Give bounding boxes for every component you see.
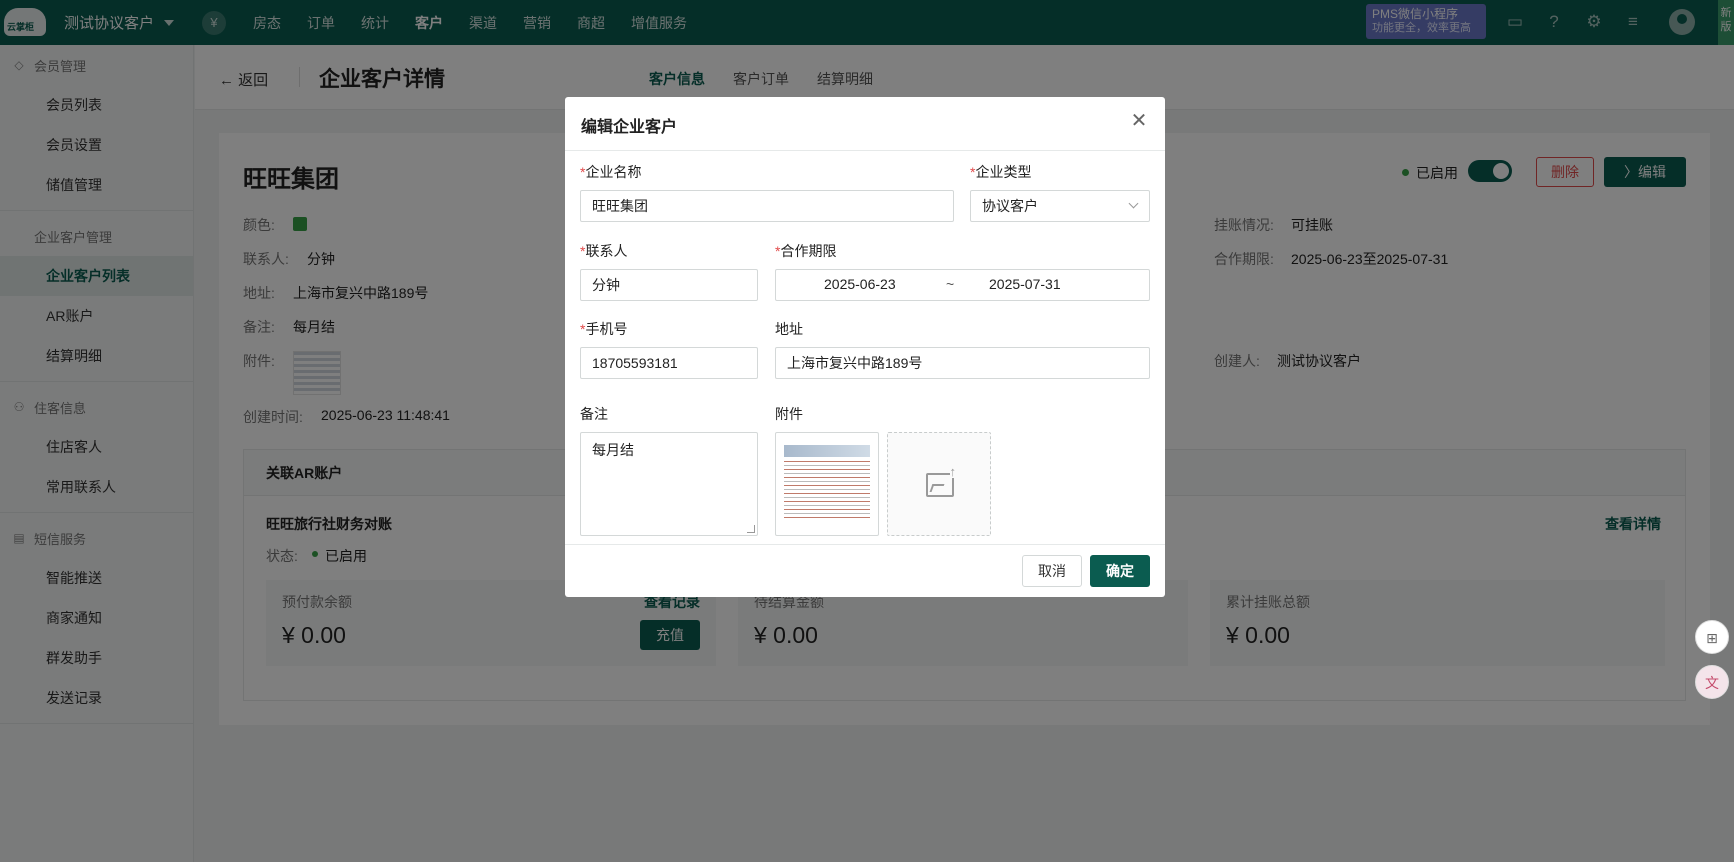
phone-input[interactable]: 18705593181 <box>580 347 758 379</box>
period-start-input[interactable]: 2025-06-23 <box>824 276 896 292</box>
resize-handle[interactable] <box>747 525 755 533</box>
attachment-label: 附件 <box>775 406 803 422</box>
period-label: *合作期限 <box>775 243 837 259</box>
address-label: 地址 <box>775 321 803 337</box>
close-icon[interactable]: ✕ <box>1129 111 1149 131</box>
address-input[interactable]: 上海市复兴中路189号 <box>775 347 1150 379</box>
contact-input[interactable]: 分钟 <box>580 269 758 301</box>
divider <box>565 150 1165 151</box>
edit-enterprise-dialog: 编辑企业客户 ✕ *企业名称 旺旺集团 *企业类型 协议客户 *联系人 分钟 *… <box>565 97 1165 597</box>
image-upload-icon <box>926 465 956 497</box>
confirm-button[interactable]: 确定 <box>1090 555 1150 587</box>
period-end-input[interactable]: 2025-07-31 <box>989 276 1061 292</box>
color-picker[interactable] <box>922 190 954 222</box>
upload-button[interactable] <box>887 432 991 536</box>
phone-label: *手机号 <box>580 321 628 337</box>
attachment-image[interactable] <box>775 432 879 536</box>
dialog-title: 编辑企业客户 <box>581 119 678 136</box>
company-type-select[interactable]: 协议客户 <box>970 190 1150 222</box>
apps-icon[interactable]: ⊞ <box>1695 620 1729 654</box>
date-range-separator: ~ <box>946 276 955 292</box>
company-name-input[interactable]: 旺旺集团 <box>580 190 923 222</box>
remark-text: 每月结 <box>592 442 634 458</box>
remark-textarea[interactable]: 每月结 <box>580 432 758 536</box>
translate-icon[interactable]: 文 <box>1695 665 1729 699</box>
remark-label: 备注 <box>580 406 608 422</box>
company-name-label: *企业名称 <box>580 164 642 180</box>
contact-label: *联系人 <box>580 243 628 259</box>
chevron-down-icon <box>1128 198 1139 209</box>
company-type-value: 协议客户 <box>982 198 1038 214</box>
company-type-label: *企业类型 <box>970 164 1032 180</box>
cancel-button[interactable]: 取消 <box>1022 555 1082 587</box>
divider <box>565 544 1165 545</box>
